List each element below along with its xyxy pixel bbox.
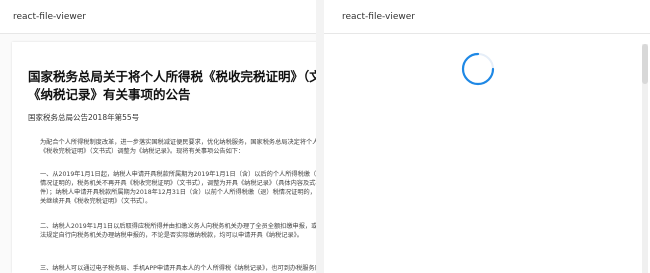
paragraph-one: 一、从2019年1月1日起，纳税人申请开具税款所属期为2019年1月1日（含）以…: [28, 170, 316, 206]
paragraph-text: 一、从2019年1月1日起，纳税人申请开具税款所属期为2019年1月1日（含）以…: [40, 171, 316, 205]
paragraph-text: 为配合个人所得税制度改革，进一步落实国税减证便民要求，优化纳税服务，国家税务总局…: [40, 139, 316, 155]
document-page: 国家税务总局关于将个人所得税《税收完税证明》（文书式 《纳税记录》有关事项的公告…: [12, 42, 316, 273]
viewer-title: react-file-viewer: [342, 12, 415, 22]
paragraph-two: 二、纳税人2019年1月1日以后取得应税所得并由扣缴义务人向税务机关办理了全员全…: [28, 222, 316, 240]
viewer-header: react-file-viewer: [0, 0, 316, 34]
viewer-header: react-file-viewer: [324, 0, 650, 34]
paragraph-intro: 为配合个人所得税制度改革，进一步落实国税减证便民要求，优化纳税服务，国家税务总局…: [28, 138, 316, 156]
document-title-line1: 国家税务总局关于将个人所得税《税收完税证明》（文书式: [28, 69, 316, 84]
viewer-title: react-file-viewer: [13, 12, 86, 22]
paragraph-text: 三、纳税人可以通过电子税务局、手机APP申请开具本人的个人所得税《纳税记录》，也…: [40, 265, 316, 272]
right-file-viewer: react-file-viewer: [324, 0, 650, 273]
paragraph-three: 三、纳税人可以通过电子税务局、手机APP申请开具本人的个人所得税《纳税记录》，也…: [28, 264, 316, 273]
document-title: 国家税务总局关于将个人所得税《税收完税证明》（文书式 《纳税记录》有关事项的公告: [28, 68, 316, 104]
left-file-viewer: react-file-viewer 国家税务总局关于将个人所得税《税收完税证明》…: [0, 0, 316, 273]
document-area[interactable]: 国家税务总局关于将个人所得税《税收完税证明》（文书式 《纳税记录》有关事项的公告…: [0, 34, 316, 273]
document-subtitle: 国家税务总局公告2018年第55号: [28, 113, 140, 122]
document-title-line2: 《纳税记录》有关事项的公告: [28, 87, 191, 102]
loading-spinner-icon: [461, 52, 495, 86]
paragraph-text: 二、纳税人2019年1月1日以后取得应税所得并由扣缴义务人向税务机关办理了全员全…: [40, 223, 316, 239]
scrollbar-thumb[interactable]: [642, 44, 648, 84]
